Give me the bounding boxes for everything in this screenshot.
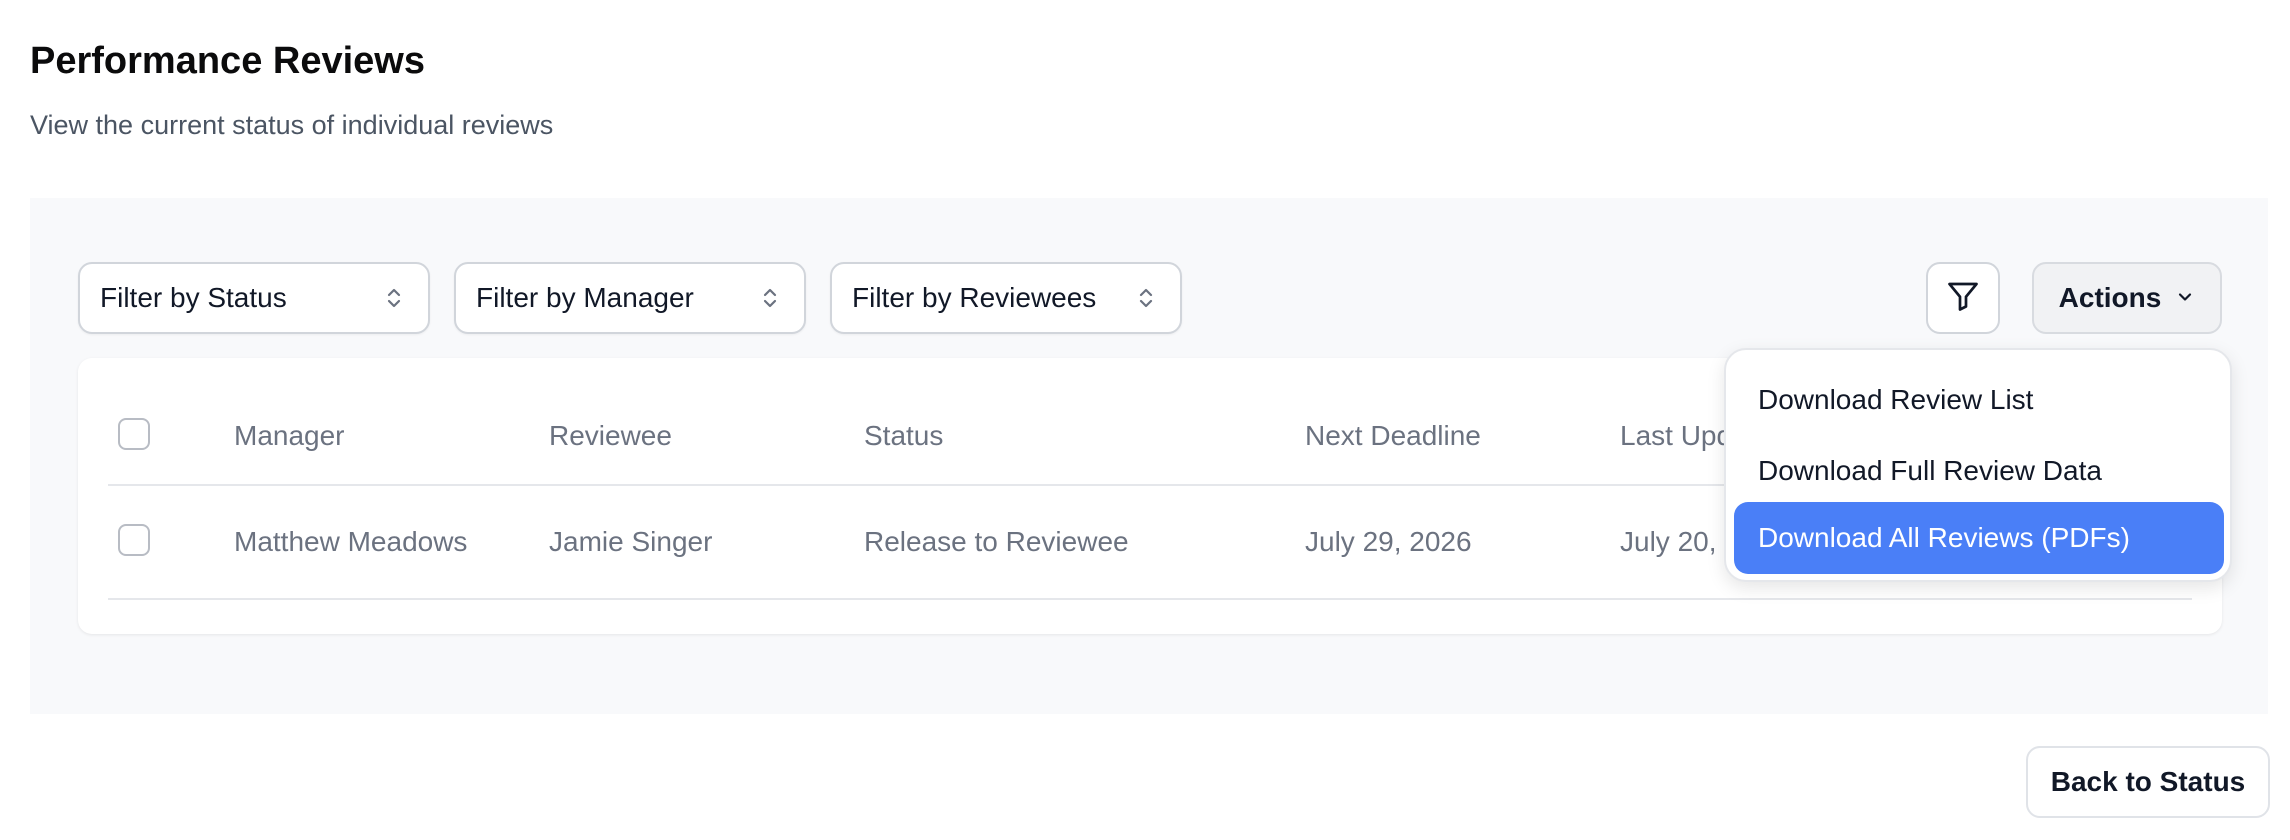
filter-by-manager-select[interactable]: Filter by Manager bbox=[454, 262, 806, 334]
cell-reviewee: Jamie Singer bbox=[549, 526, 713, 557]
actions-label: Actions bbox=[2058, 282, 2162, 313]
chevron-up-down-icon bbox=[1126, 278, 1166, 318]
column-header-manager[interactable]: Manager bbox=[234, 420, 345, 452]
filter-by-reviewees-select[interactable]: Filter by Reviewees bbox=[830, 262, 1182, 334]
chevron-up-down-icon bbox=[374, 278, 414, 318]
filter-manager-label: Filter by Manager bbox=[476, 282, 694, 313]
select-all-checkbox[interactable] bbox=[118, 418, 150, 450]
menu-item-download-all-reviews-pdfs[interactable]: Download All Reviews (PDFs) bbox=[1734, 502, 2224, 574]
filter-toggle-button[interactable] bbox=[1926, 262, 2000, 334]
actions-dropdown-menu: Download Review List Download Full Revie… bbox=[1724, 348, 2232, 582]
column-header-next-deadline[interactable]: Next Deadline bbox=[1305, 420, 1481, 452]
page-title: Performance Reviews bbox=[30, 40, 425, 82]
page-subtitle: View the current status of individual re… bbox=[30, 110, 554, 140]
column-header-status[interactable]: Status bbox=[864, 420, 943, 452]
menu-item-download-review-list[interactable]: Download Review List bbox=[1734, 364, 2224, 436]
actions-menu-button[interactable]: Actions bbox=[2032, 262, 2222, 334]
cell-manager: Matthew Meadows bbox=[234, 526, 468, 557]
filter-status-label: Filter by Status bbox=[100, 282, 287, 313]
back-to-status-button[interactable]: Back to Status bbox=[2026, 746, 2270, 818]
chevron-up-down-icon bbox=[750, 278, 790, 318]
row-checkbox[interactable] bbox=[118, 524, 150, 556]
chevron-down-icon bbox=[2175, 282, 2195, 314]
menu-item-download-full-review-data[interactable]: Download Full Review Data bbox=[1734, 435, 2224, 507]
filter-by-status-select[interactable]: Filter by Status bbox=[78, 262, 430, 334]
filter-reviewees-label: Filter by Reviewees bbox=[852, 282, 1097, 313]
performance-reviews-page: Performance Reviews View the current sta… bbox=[0, 0, 2290, 840]
funnel-icon bbox=[1945, 278, 1981, 319]
column-header-reviewee[interactable]: Reviewee bbox=[549, 420, 672, 452]
cell-next-deadline: July 29, 2026 bbox=[1305, 526, 1472, 557]
cell-status: Release to Reviewee bbox=[864, 526, 1129, 557]
